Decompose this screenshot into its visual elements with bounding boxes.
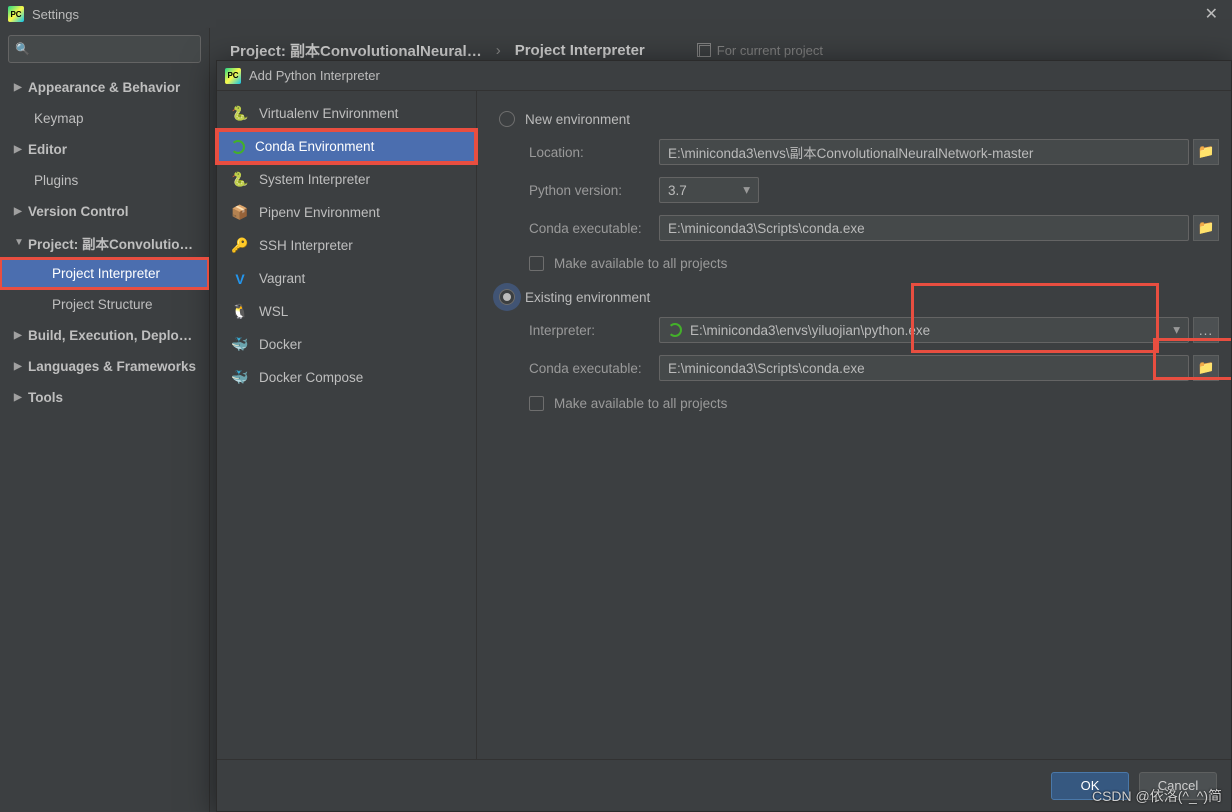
- tree-editor[interactable]: ▶Editor: [0, 134, 209, 165]
- breadcrumb: Project: 副本ConvolutionalNeural… › Projec…: [230, 40, 1212, 61]
- radio-new-environment[interactable]: New environment: [499, 105, 1219, 133]
- settings-tree: ▶Appearance & Behavior Keymap ▶Editor Pl…: [0, 70, 209, 413]
- tree-appearance[interactable]: ▶Appearance & Behavior: [0, 72, 209, 103]
- radio-icon: [499, 111, 515, 127]
- label-python-version: Python version:: [529, 183, 659, 198]
- browse-conda-button[interactable]: 📁: [1193, 215, 1219, 241]
- tree-build[interactable]: ▶Build, Execution, Deplo…: [0, 320, 209, 351]
- env-pipenv[interactable]: 📦Pipenv Environment: [217, 196, 476, 229]
- settings-search[interactable]: 🔍: [8, 35, 201, 63]
- dialog-title: Add Python Interpreter: [249, 68, 380, 83]
- tree-plugins[interactable]: Plugins: [0, 165, 209, 196]
- pycharm-icon: PC: [8, 6, 24, 22]
- docker-compose-icon: 🐳: [231, 369, 249, 387]
- env-type-list: 🐍Virtualenv Environment Conda Environmen…: [217, 91, 477, 759]
- dialog-title-bar: PC Add Python Interpreter: [217, 61, 1231, 91]
- settings-sidebar: 🔍 ▶Appearance & Behavior Keymap ▶Editor …: [0, 28, 210, 812]
- check-make-available-1[interactable]: Make available to all projects: [499, 247, 1219, 279]
- docker-icon: 🐳: [231, 336, 249, 354]
- dialog-body: 🐍Virtualenv Environment Conda Environmen…: [217, 91, 1231, 759]
- ssh-icon: 🔑: [231, 237, 249, 255]
- search-input[interactable]: [34, 42, 210, 57]
- env-ssh[interactable]: 🔑SSH Interpreter: [217, 229, 476, 262]
- breadcrumb-sep: ›: [496, 42, 501, 59]
- env-virtualenv[interactable]: 🐍Virtualenv Environment: [217, 97, 476, 130]
- tree-keymap[interactable]: Keymap: [0, 103, 209, 134]
- tree-tools[interactable]: ▶Tools: [0, 382, 209, 413]
- copy-icon: [699, 45, 711, 57]
- watermark: CSDN @依洛(^_^)简: [1092, 786, 1222, 806]
- python-version-dropdown[interactable]: 3.7: [659, 177, 759, 203]
- dialog-buttons: OK Cancel: [217, 759, 1231, 811]
- interpreter-dropdown[interactable]: E:\miniconda3\envs\yiluojian\python.exe: [659, 317, 1189, 343]
- breadcrumb-project: Project: 副本ConvolutionalNeural…: [230, 40, 482, 61]
- breadcrumb-page: Project Interpreter: [515, 42, 645, 59]
- row-conda-exe-2: Conda executable: E:\miniconda3\Scripts\…: [499, 349, 1219, 387]
- radio-icon: [499, 289, 515, 305]
- conda-icon: [668, 323, 682, 337]
- browse-conda-button-2[interactable]: 📁: [1193, 355, 1219, 381]
- env-system[interactable]: 🐍System Interpreter: [217, 163, 476, 196]
- env-vagrant[interactable]: VVagrant: [217, 262, 476, 295]
- label-interpreter: Interpreter:: [529, 323, 659, 338]
- label-location: Location:: [529, 145, 659, 160]
- conda-exe-field-2[interactable]: E:\miniconda3\Scripts\conda.exe: [659, 355, 1189, 381]
- search-icon: 🔍: [15, 42, 30, 56]
- interpreter-ellipsis-button[interactable]: ...: [1193, 317, 1219, 343]
- row-interpreter: Interpreter: E:\miniconda3\envs\yiluojia…: [499, 311, 1219, 349]
- label-conda-exe-2: Conda executable:: [529, 361, 659, 376]
- settings-title: Settings: [32, 7, 1199, 22]
- row-location: Location: E:\miniconda3\envs\副本Convoluti…: [499, 133, 1219, 171]
- pipenv-icon: 📦: [231, 204, 249, 222]
- close-icon[interactable]: ✕: [1199, 4, 1224, 24]
- python-icon: 🐍: [231, 105, 249, 123]
- conda-icon: [231, 140, 245, 154]
- add-interpreter-dialog: PC Add Python Interpreter 🐍Virtualenv En…: [216, 60, 1232, 812]
- pycharm-icon: PC: [225, 68, 241, 84]
- settings-title-bar: PC Settings ✕: [0, 0, 1232, 28]
- env-conda[interactable]: Conda Environment: [217, 130, 476, 163]
- env-docker-compose[interactable]: 🐳Docker Compose: [217, 361, 476, 394]
- tree-languages[interactable]: ▶Languages & Frameworks: [0, 351, 209, 382]
- python-icon: 🐍: [231, 171, 249, 189]
- conda-exe-field[interactable]: E:\miniconda3\Scripts\conda.exe: [659, 215, 1189, 241]
- radio-existing-environment[interactable]: Existing environment: [499, 283, 1219, 311]
- breadcrumb-hint: For current project: [699, 43, 823, 58]
- dialog-main: New environment Location: E:\miniconda3\…: [477, 91, 1231, 759]
- tree-project[interactable]: ▼Project: 副本Convolutio…: [0, 227, 209, 258]
- checkbox-icon: [529, 256, 544, 271]
- label-conda-exe: Conda executable:: [529, 221, 659, 236]
- checkbox-icon: [529, 396, 544, 411]
- wsl-icon: 🐧: [231, 303, 249, 321]
- browse-location-button[interactable]: 📁: [1193, 139, 1219, 165]
- row-conda-exe: Conda executable: E:\miniconda3\Scripts\…: [499, 209, 1219, 247]
- env-wsl[interactable]: 🐧WSL: [217, 295, 476, 328]
- tree-project-interpreter[interactable]: Project Interpreter: [0, 258, 209, 289]
- vagrant-icon: V: [231, 270, 249, 288]
- tree-project-structure[interactable]: Project Structure: [0, 289, 209, 320]
- row-python-version: Python version: 3.7: [499, 171, 1219, 209]
- check-make-available-2[interactable]: Make available to all projects: [499, 387, 1219, 419]
- env-docker[interactable]: 🐳Docker: [217, 328, 476, 361]
- tree-version-control[interactable]: ▶Version Control: [0, 196, 209, 227]
- location-field[interactable]: E:\miniconda3\envs\副本ConvolutionalNeural…: [659, 139, 1189, 165]
